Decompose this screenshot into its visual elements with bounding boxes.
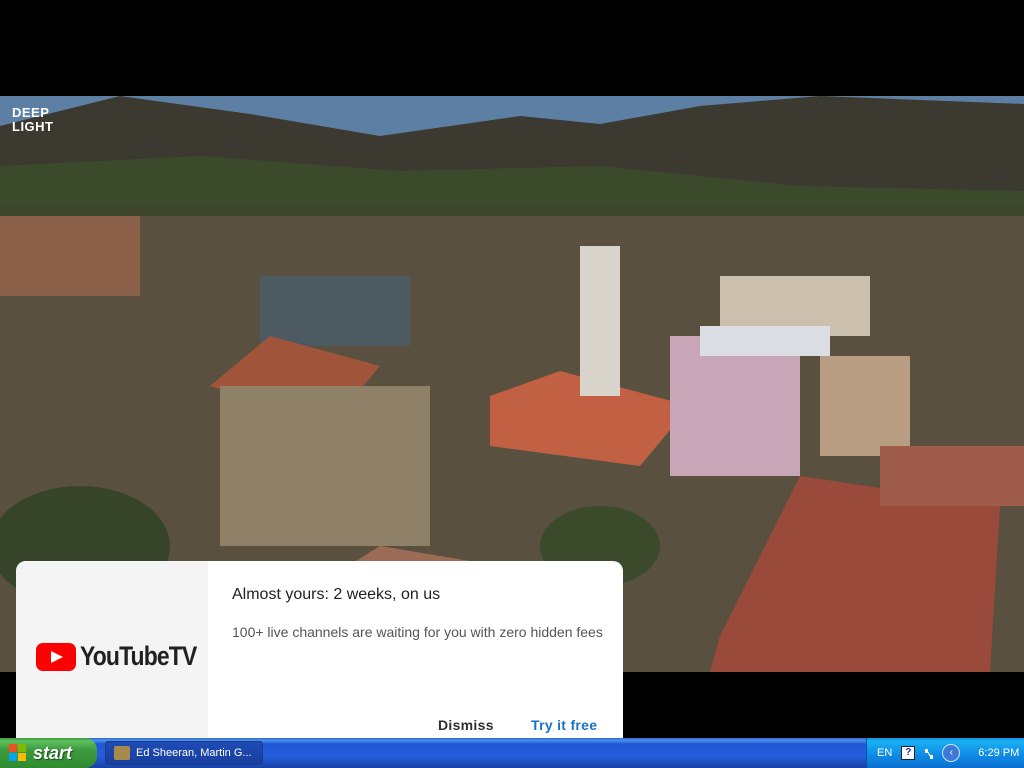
start-button[interactable]: start [0,738,97,768]
start-label: start [33,742,73,763]
taskbar: start Ed Sheeran, Martin G... EN ? ‹ 6:2… [0,738,1024,768]
promo-title: Almost yours: 2 weeks, on us [232,586,441,603]
watermark-line1: DEEP [12,105,50,120]
try-it-free-button[interactable]: Try it free [531,717,597,733]
promo-card: YouTubeTV Almost yours: 2 weeks, on us 1… [16,561,623,738]
media-player-icon [114,746,130,760]
system-tray: EN ? ‹ 6:29 PM [866,738,1024,768]
help-icon[interactable]: ? [901,746,916,760]
taskbar-window-button[interactable]: Ed Sheeran, Martin G... [105,741,263,765]
promo-logo-panel: YouTubeTV [16,561,208,738]
clock: 6:29 PM [978,747,1020,759]
promo-body: 100+ live channels are waiting for you w… [232,624,603,640]
network-icon[interactable] [924,747,934,759]
mountain-backdrop [0,96,1024,206]
dismiss-button[interactable]: Dismiss [438,717,494,733]
watermark-line2: LIGHT [12,119,54,134]
youtube-tv-wordmark: YouTubeTV [80,641,197,671]
youtube-tv-logo: YouTubeTV [36,641,217,672]
start-flag-icon [9,744,27,762]
channel-watermark: DEEP LIGHT [12,105,54,134]
youtube-play-icon [36,642,76,671]
back-arrow-icon[interactable]: ‹ [942,744,961,762]
language-indicator[interactable]: EN [877,747,892,759]
video-player[interactable]: DEEP LIGHT YouTubeTV Almost yours: 2 wee… [0,0,1024,738]
taskbar-window-label: Ed Sheeran, Martin G... [136,747,252,759]
